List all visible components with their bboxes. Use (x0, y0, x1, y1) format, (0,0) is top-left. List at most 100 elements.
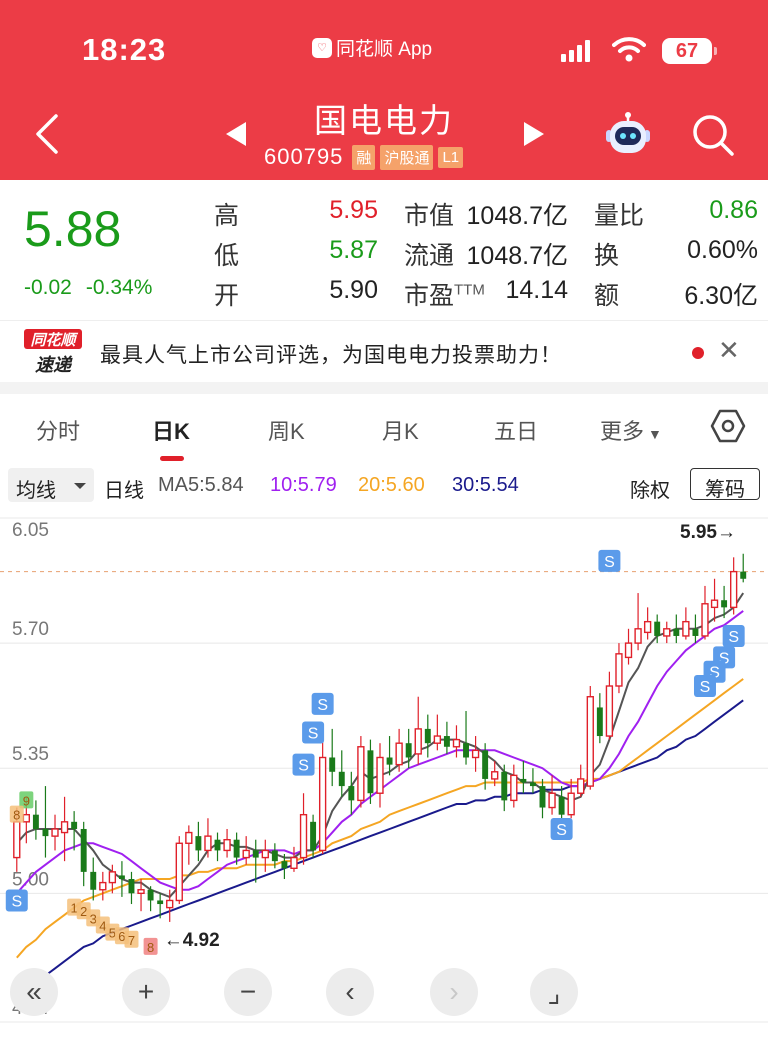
current-price: 5.88 (24, 201, 122, 257)
candle-body (348, 786, 355, 801)
candle-body (32, 814, 39, 829)
candle-body (605, 685, 614, 737)
candle-body (22, 813, 31, 823)
next-stock-icon[interactable] (520, 118, 548, 150)
pe-label: 市盈TTM (404, 281, 485, 310)
ma20-line (16, 678, 744, 959)
candle-body (252, 850, 259, 858)
stock-code: 600795 (264, 144, 344, 169)
ma-selector[interactable]: 均线 (8, 468, 94, 502)
tab-daily-k[interactable]: 日K (152, 414, 190, 446)
candle-body (157, 900, 164, 905)
zoom-in-button[interactable]: + (122, 968, 170, 1016)
candle-body (395, 742, 403, 766)
candle-body (128, 879, 135, 894)
high-value: 5.95 (329, 196, 378, 224)
float-cap-value: 1048.7亿 (466, 242, 568, 270)
banner-text[interactable]: 最具人气上市公司评选，为国电电力投票助力！ (100, 339, 562, 369)
indicator-row: 均线 日线 MA5:5.84 10:5.79 20:5.60 30:5.54 除… (0, 466, 768, 506)
candle-body (721, 600, 728, 608)
candle-body (405, 743, 412, 758)
candle-body (634, 628, 642, 644)
candle-body (175, 842, 183, 902)
float-cap-label: 流通 (404, 242, 455, 270)
candle-body (80, 828, 87, 872)
robot-assistant-icon[interactable] (602, 112, 654, 160)
ma30-value: 30:5.54 (452, 474, 519, 496)
section-divider (0, 382, 768, 394)
app-source-indicator[interactable]: ♡ 同花顺 App (312, 34, 432, 61)
fullscreen-button[interactable]: ⌟ (530, 968, 578, 1016)
signal-label: S (308, 725, 319, 742)
search-icon[interactable] (690, 112, 736, 158)
candle-body (701, 603, 709, 637)
scroll-left-button[interactable]: ‹ (326, 968, 374, 1016)
cellular-signal-icon (561, 40, 590, 62)
candle-body (310, 821, 317, 851)
signal-label: S (604, 554, 615, 571)
signal-label: S (556, 822, 567, 839)
candle-body (577, 778, 585, 794)
candle-body (99, 881, 107, 891)
scroll-right-button[interactable]: › (430, 968, 478, 1016)
sequence-label: 6 (118, 929, 125, 944)
candle-body (729, 570, 738, 609)
candle-body (482, 750, 489, 779)
signal-label: S (700, 679, 711, 696)
scroll-left-fast-button[interactable]: « (10, 968, 58, 1016)
candle-body (596, 707, 603, 737)
high-marker: 5.95→ (680, 522, 736, 543)
news-banner[interactable]: 同花顺 速递 最具人气上市公司评选，为国电电力投票助力！ ✕ (0, 320, 768, 382)
chips-button[interactable]: 筹码 (690, 468, 760, 501)
pe-ttm-superscript: TTM (454, 281, 485, 299)
low-label: 低 (214, 242, 240, 270)
open-value: 5.90 (329, 276, 378, 304)
candle-body (376, 756, 384, 794)
y-tick-label: 5.00 (12, 869, 49, 890)
change-percent: -0.34% (85, 276, 153, 299)
close-icon[interactable]: ✕ (718, 335, 740, 366)
candle-body (223, 839, 231, 852)
candle-body (471, 749, 480, 759)
y-tick-label: 5.70 (12, 619, 49, 640)
unread-dot-icon (692, 347, 704, 359)
tab-weekly-k[interactable]: 周K (268, 414, 305, 446)
candle-body (510, 774, 518, 802)
price-change: -0.02 -0.34% (24, 276, 152, 300)
candle-body (166, 899, 174, 909)
candle-body (147, 889, 154, 901)
tab-monthly-k[interactable]: 月K (382, 414, 419, 446)
banner-logo-top: 同花顺 (24, 329, 82, 349)
candle-body (137, 889, 145, 895)
candle-body (214, 839, 221, 851)
y-tick-label: 6.05 (12, 520, 49, 541)
app-header: 18:23 ♡ 同花顺 App 67 国电电力 600795 融 沪股通 L1 (0, 0, 768, 180)
candle-body (615, 653, 623, 687)
candle-body (520, 778, 527, 783)
tab-more[interactable]: 更多 ▼ (600, 414, 662, 446)
period-tabs: 分时 日K 周K 月K 五日 更多 ▼ (0, 394, 768, 464)
candle-body (357, 746, 365, 802)
candle-body (710, 599, 719, 609)
candle-body (654, 621, 661, 636)
candle-body (463, 743, 469, 758)
tab-five-day[interactable]: 五日 (494, 414, 538, 446)
kline-chart[interactable]: 6.055.705.355.004.649812345678SSSSSSSSSS… (0, 506, 768, 1044)
candle-body (414, 728, 422, 755)
candle-body (673, 628, 680, 636)
candle-body (443, 736, 450, 747)
tab-intraday[interactable]: 分时 (36, 414, 80, 446)
candle-body (491, 771, 499, 780)
amount-label: 额 (594, 282, 620, 310)
tag-margin: 融 (352, 144, 376, 170)
ex-rights-toggle[interactable]: 除权 (630, 474, 670, 503)
turnover-value: 0.60% (687, 236, 758, 264)
y-tick-label: 5.35 (12, 744, 49, 765)
candle-body (51, 828, 59, 837)
signal-label: S (728, 629, 739, 646)
gear-icon[interactable] (710, 408, 746, 444)
zoom-out-button[interactable]: − (224, 968, 272, 1016)
stock-code-row: 600795 融 沪股通 L1 (264, 144, 464, 170)
tag-connect: 沪股通 (380, 144, 434, 170)
period-label: 日线 (104, 480, 144, 502)
